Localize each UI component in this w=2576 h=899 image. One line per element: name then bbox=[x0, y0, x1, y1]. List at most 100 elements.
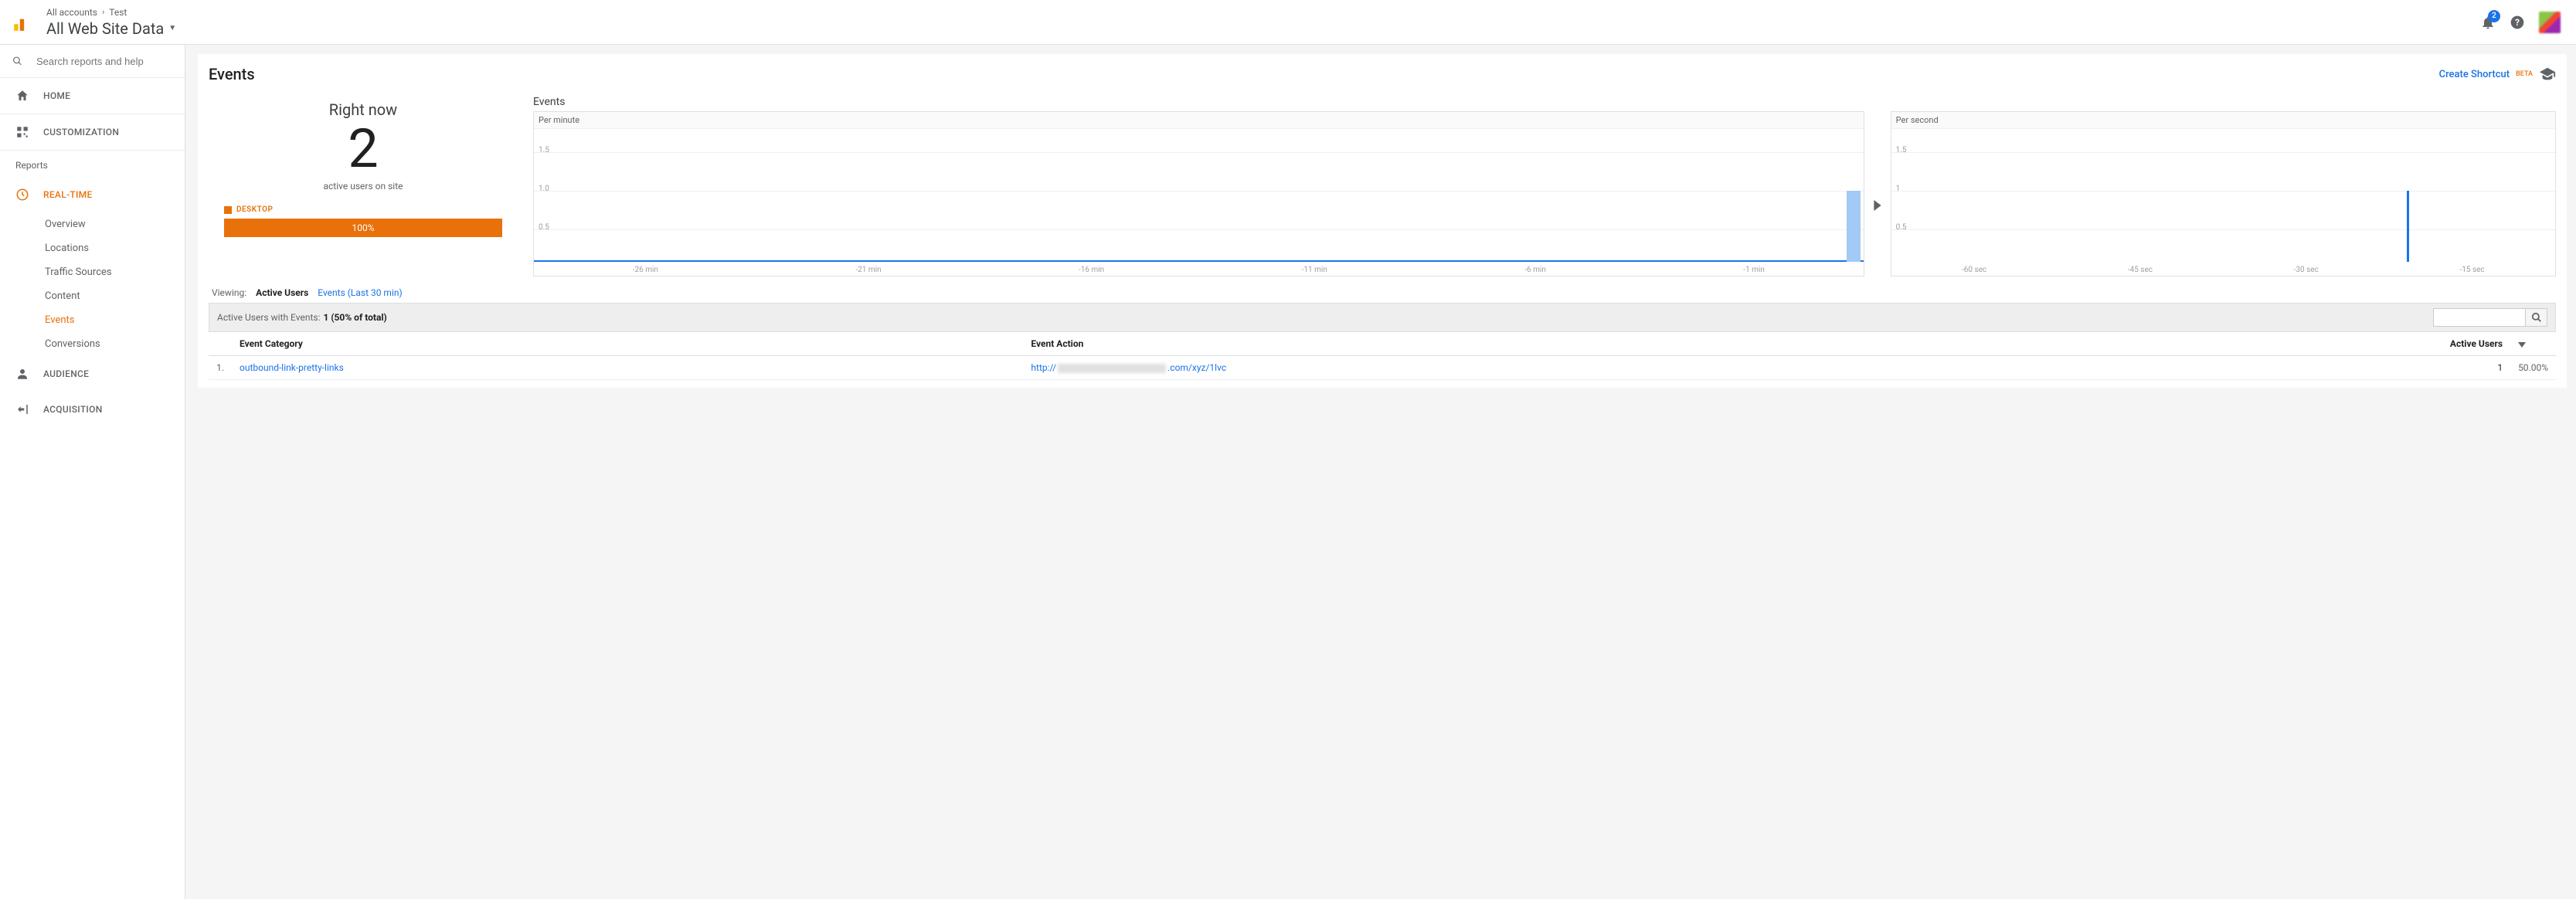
x-tick: -30 sec bbox=[2294, 266, 2319, 274]
summary-bar: Active Users with Events: 1 (50% of tota… bbox=[209, 303, 2556, 332]
person-icon bbox=[15, 367, 29, 381]
x-tick: -1 min bbox=[1743, 266, 1765, 274]
col-index bbox=[209, 332, 232, 356]
notification-count: 2 bbox=[2488, 10, 2500, 22]
help-button[interactable]: ? bbox=[2510, 15, 2525, 30]
search-icon bbox=[12, 54, 22, 68]
active-users-count: 2 bbox=[209, 122, 518, 176]
sidebar-item-home[interactable]: HOME bbox=[0, 78, 185, 114]
breadcrumb[interactable]: All accounts › Test bbox=[46, 7, 176, 18]
sidebar-sub-traffic-sources[interactable]: Traffic Sources bbox=[45, 260, 185, 284]
device-percent-bar: 100% bbox=[224, 219, 502, 237]
sidebar-sub-events[interactable]: Events bbox=[45, 308, 185, 332]
col-event-action[interactable]: Event Action bbox=[1023, 332, 2418, 356]
arrow-down-icon bbox=[2518, 340, 2526, 348]
sidebar-item-label: ACQUISITION bbox=[43, 404, 103, 415]
reports-heading: Reports bbox=[0, 151, 185, 177]
sidebar-sub-content[interactable]: Content bbox=[45, 284, 185, 308]
sort-indicator[interactable] bbox=[2510, 332, 2556, 356]
create-shortcut-link[interactable]: Create Shortcut bbox=[2439, 69, 2510, 80]
x-tick: -6 min bbox=[1524, 266, 1546, 274]
graduation-cap-icon[interactable] bbox=[2539, 66, 2556, 83]
per-second-chart: Per second 1.5 1 0.5 -60 sec -45 sec -30… bbox=[1891, 96, 2556, 276]
sidebar-item-realtime[interactable]: REAL-TIME bbox=[0, 177, 185, 212]
chevron-right-icon bbox=[1874, 200, 1881, 211]
viewing-label: Viewing: bbox=[212, 287, 246, 298]
sidebar: HOME CUSTOMIZATION Reports REAL-TIME Ove… bbox=[0, 45, 185, 899]
account-avatar[interactable] bbox=[2539, 12, 2561, 33]
clock-icon bbox=[15, 188, 29, 202]
home-icon bbox=[15, 89, 29, 103]
summary-value: 1 (50% of total) bbox=[323, 312, 386, 323]
chart-bar bbox=[1847, 191, 1861, 262]
sidebar-item-acquisition[interactable]: ACQUISITION bbox=[0, 392, 185, 427]
help-icon: ? bbox=[2510, 15, 2525, 30]
sidebar-sub-conversions[interactable]: Conversions bbox=[45, 332, 185, 356]
x-tick: -26 min bbox=[633, 266, 658, 274]
beta-badge: BETA bbox=[2516, 70, 2533, 78]
table-row: 1. outbound-link-pretty-links http://.co… bbox=[209, 356, 2556, 380]
per-second-label: Per second bbox=[1891, 111, 2555, 129]
acquisition-icon bbox=[15, 402, 29, 416]
col-active-users[interactable]: Active Users bbox=[2418, 332, 2510, 356]
tab-active-users[interactable]: Active Users bbox=[256, 287, 308, 298]
per-minute-label: Per minute bbox=[534, 111, 1864, 129]
viewing-tabs: Viewing: Active Users Events (Last 30 mi… bbox=[209, 283, 2556, 303]
breadcrumb-root[interactable]: All accounts bbox=[46, 7, 97, 18]
row-active-users: 1 bbox=[2418, 356, 2510, 380]
legend-swatch bbox=[224, 206, 232, 214]
x-tick: -15 sec bbox=[2459, 266, 2484, 274]
events-panel: Events Create Shortcut BETA Right now 2 … bbox=[198, 54, 2567, 388]
x-tick: -16 min bbox=[1079, 266, 1104, 274]
topbar: All accounts › Test All Web Site Data ▼ … bbox=[0, 0, 2576, 45]
right-now-subtitle: active users on site bbox=[209, 181, 518, 192]
event-action-link[interactable]: http://.com/xyz/1lvc bbox=[1023, 356, 2418, 380]
col-event-category[interactable]: Event Category bbox=[232, 332, 1023, 356]
sidebar-item-label: AUDIENCE bbox=[43, 368, 89, 379]
table-search-input[interactable] bbox=[2433, 308, 2526, 327]
breadcrumb-child: Test bbox=[109, 7, 127, 18]
realtime-subnav: Overview Locations Traffic Sources Conte… bbox=[0, 212, 185, 356]
table-search bbox=[2433, 308, 2547, 327]
x-tick: -11 min bbox=[1302, 266, 1327, 274]
right-now-title: Right now bbox=[209, 100, 518, 119]
chart-section-title: Events bbox=[533, 96, 1864, 108]
sidebar-item-label: REAL-TIME bbox=[43, 189, 93, 200]
search-icon bbox=[2531, 312, 2542, 323]
page-title: Events bbox=[209, 65, 255, 83]
main-content: Events Create Shortcut BETA Right now 2 … bbox=[185, 45, 2576, 899]
sidebar-sub-overview[interactable]: Overview bbox=[45, 212, 185, 236]
chevron-right-icon: › bbox=[102, 7, 104, 17]
search-input[interactable] bbox=[36, 56, 172, 67]
per-minute-chart: Events Per minute 1.5 1.0 0.5 -26 min bbox=[533, 96, 1864, 276]
sidebar-sub-locations[interactable]: Locations bbox=[45, 236, 185, 260]
device-legend: DESKTOP bbox=[224, 205, 502, 214]
x-tick: -60 sec bbox=[1962, 266, 1986, 274]
x-tick: -45 sec bbox=[2128, 266, 2153, 274]
view-name: All Web Site Data bbox=[46, 19, 164, 38]
notifications-button[interactable]: 2 bbox=[2480, 15, 2496, 30]
customization-icon bbox=[15, 125, 29, 139]
sidebar-item-label: HOME bbox=[43, 90, 70, 101]
caret-down-icon: ▼ bbox=[168, 24, 176, 32]
table-search-button[interactable] bbox=[2526, 308, 2547, 327]
chart-expand-button[interactable] bbox=[1872, 134, 1883, 276]
row-pct: 50.00% bbox=[2510, 356, 2556, 380]
sidebar-item-customization[interactable]: CUSTOMIZATION bbox=[0, 114, 185, 150]
event-category-link[interactable]: outbound-link-pretty-links bbox=[232, 356, 1023, 380]
chart-bar bbox=[2407, 191, 2409, 262]
device-label: DESKTOP bbox=[236, 205, 273, 214]
sidebar-search[interactable] bbox=[0, 45, 185, 77]
sidebar-item-label: CUSTOMIZATION bbox=[43, 127, 119, 137]
account-block[interactable]: All accounts › Test All Web Site Data ▼ bbox=[46, 7, 176, 38]
tab-events-30min[interactable]: Events (Last 30 min) bbox=[318, 287, 402, 298]
summary-prefix: Active Users with Events: bbox=[217, 312, 320, 323]
view-selector[interactable]: All Web Site Data ▼ bbox=[46, 19, 176, 38]
charts-area: Events Per minute 1.5 1.0 0.5 -26 min bbox=[533, 96, 2556, 276]
topbar-actions: 2 ? bbox=[2480, 12, 2561, 33]
x-tick: -21 min bbox=[855, 266, 881, 274]
ga-logo bbox=[12, 12, 32, 32]
redacted-host bbox=[1058, 364, 1166, 373]
row-index: 1. bbox=[209, 356, 232, 380]
sidebar-item-audience[interactable]: AUDIENCE bbox=[0, 356, 185, 392]
